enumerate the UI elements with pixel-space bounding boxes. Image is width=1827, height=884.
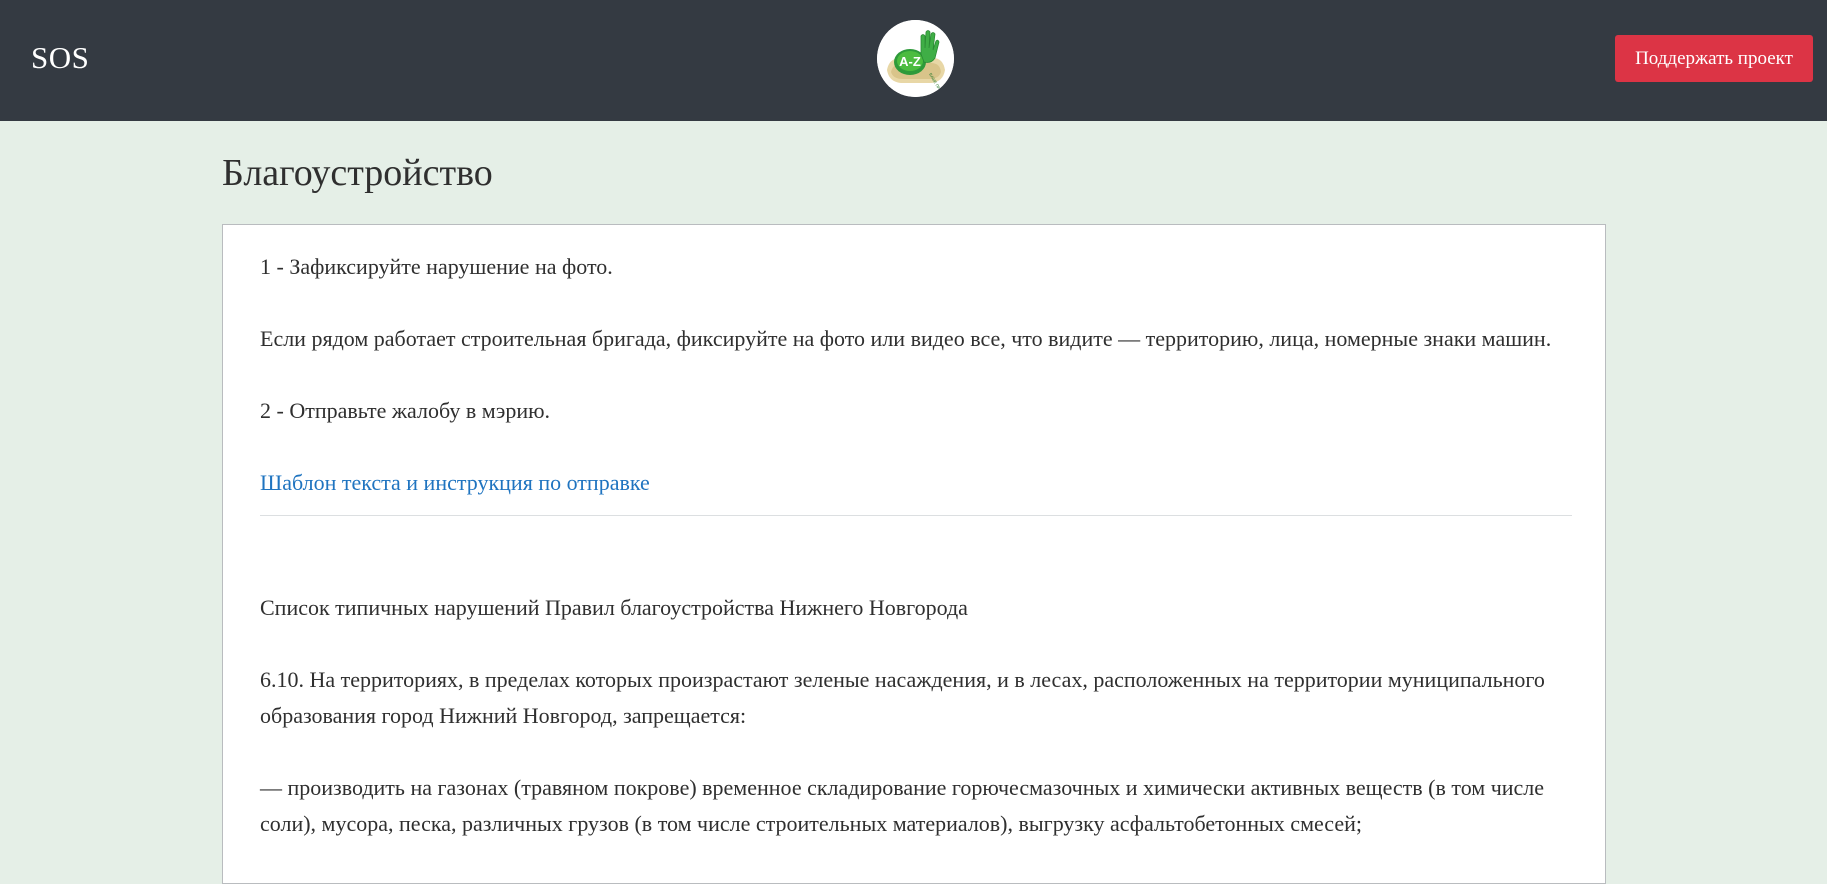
svg-text:A-Z: A-Z xyxy=(899,54,921,69)
content-divider xyxy=(260,515,1572,516)
template-instructions-link[interactable]: Шаблон текста и инструкция по отправке xyxy=(260,470,650,495)
top-navbar: SOS A-Z ВАШЕ ПРАВО Поддержать проект xyxy=(0,0,1827,121)
support-project-button[interactable]: Поддержать проект xyxy=(1615,35,1813,82)
brand-link[interactable]: SOS xyxy=(31,38,89,78)
content-card: 1 - Зафиксируйте нарушение на фото. Если… xyxy=(222,224,1606,884)
rule-6-10-text: 6.10. На территориях, в пределах которых… xyxy=(260,667,1545,728)
step-1-detail-text: Если рядом работает строительная бригада… xyxy=(260,326,1552,351)
page-title: Благоустройство xyxy=(222,152,493,194)
violations-list-title: Список типичных нарушений Правил благоус… xyxy=(260,595,968,620)
a-plus-z-hand-logo-icon[interactable]: A-Z ВАШЕ ПРАВО xyxy=(877,20,954,97)
rule-item-1-text: — производить на газонах (травяном покро… xyxy=(260,775,1545,836)
template-link-paragraph: Шаблон текста и инструкция по отправке xyxy=(260,465,1572,501)
step-2-text: 2 - Отправьте жалобу в мэрию. xyxy=(260,398,551,423)
card-body: 1 - Зафиксируйте нарушение на фото. Если… xyxy=(260,249,1572,878)
step-1-text: 1 - Зафиксируйте нарушение на фото. xyxy=(260,254,613,279)
